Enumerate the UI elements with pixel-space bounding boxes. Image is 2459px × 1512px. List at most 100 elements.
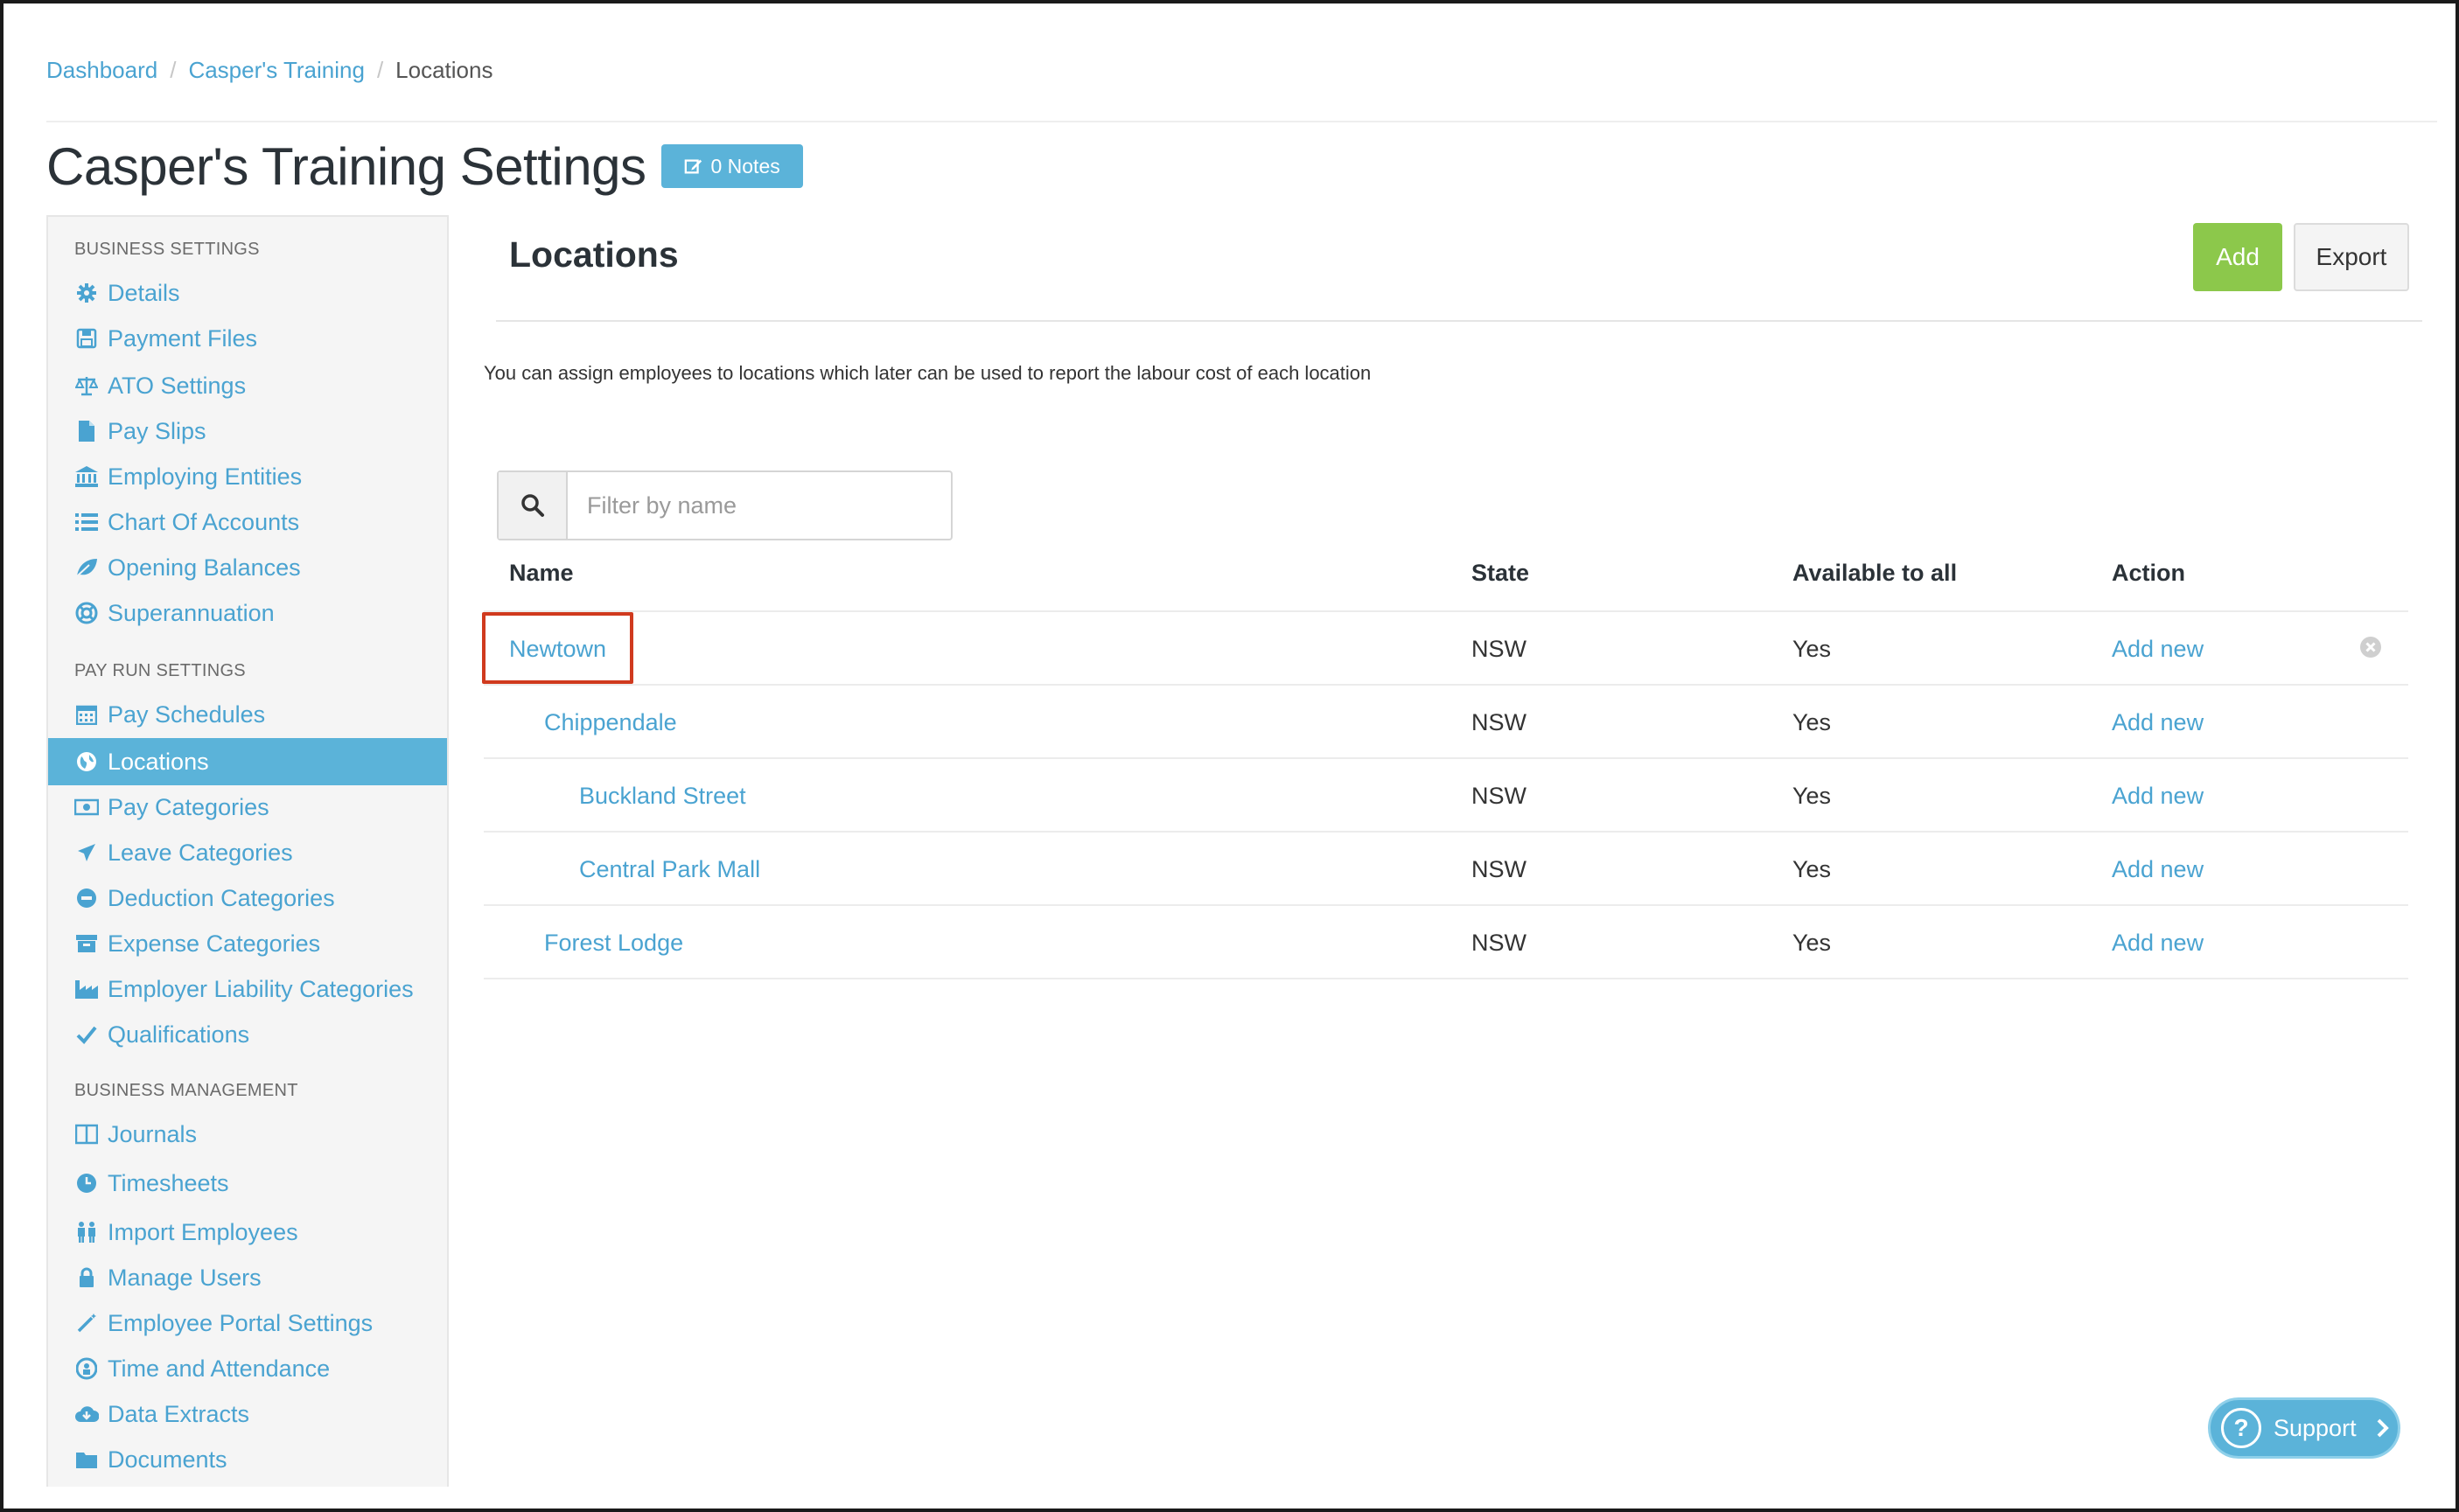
add-new-link[interactable]: Add new: [2112, 686, 2204, 759]
people-icon: [74, 1220, 99, 1244]
sidebar-item-expense-categories[interactable]: Expense Categories: [48, 920, 447, 967]
remove-circle-icon[interactable]: [2359, 636, 2382, 658]
sidebar-item-label: Data Extracts: [108, 1400, 250, 1427]
location-name-link[interactable]: Forest Lodge: [544, 906, 683, 979]
clock-icon: [74, 1171, 99, 1195]
sidebar-item-leave-categories[interactable]: Leave Categories: [48, 829, 447, 876]
plane-icon: [74, 840, 99, 865]
sidebar-item-label: Pay Slips: [108, 417, 206, 444]
export-button[interactable]: Export: [2294, 223, 2409, 291]
divider: [46, 121, 2437, 122]
table-row: Chippendale NSW Yes Add new: [484, 684, 2408, 757]
sidebar-item-data-extracts[interactable]: Data Extracts: [48, 1390, 447, 1438]
sidebar-item-details[interactable]: Details: [48, 269, 447, 317]
search-icon: [520, 494, 544, 517]
add-new-link[interactable]: Add new: [2112, 612, 2204, 686]
add-new-link[interactable]: Add new: [2112, 906, 2204, 979]
sidebar-item-pay-categories[interactable]: Pay Categories: [48, 784, 447, 831]
sidebar-item-label: Time and Attendance: [108, 1355, 331, 1382]
magic-wand-icon: [74, 1311, 99, 1335]
breadcrumb-dashboard[interactable]: Dashboard: [46, 57, 157, 84]
file-icon: [74, 419, 99, 443]
money-icon: [74, 795, 99, 819]
sidebar-item-label: Chart Of Accounts: [108, 508, 300, 535]
sidebar-item-label: Superannuation: [108, 599, 275, 626]
location-state: NSW: [1471, 782, 1526, 809]
sidebar-item-opening-balances[interactable]: Opening Balances: [48, 544, 447, 591]
add-new-link[interactable]: Add new: [2112, 833, 2204, 906]
sidebar-item-pay-slips[interactable]: Pay Slips: [48, 408, 447, 455]
sidebar-item-label: Expense Categories: [108, 930, 321, 957]
sidebar-item-chart-of-accounts[interactable]: Chart Of Accounts: [48, 498, 447, 546]
sidebar-item-pay-schedules[interactable]: Pay Schedules: [48, 691, 447, 738]
floppy-disk-icon: [74, 326, 99, 351]
table-row: Central Park Mall NSW Yes Add new: [484, 831, 2408, 904]
breadcrumb-current: Locations: [395, 56, 493, 83]
sidebar-item-label: Payment Files: [108, 324, 258, 352]
sidebar-item-journals[interactable]: Journals: [48, 1111, 447, 1158]
sidebar-item-employer-liability-categories[interactable]: Employer Liability Categories: [48, 965, 447, 1013]
sidebar-item-import-employees[interactable]: Import Employees: [48, 1209, 447, 1256]
sidebar-item-manage-users[interactable]: Manage Users: [48, 1254, 447, 1301]
filter-by-name-input[interactable]: [568, 472, 951, 539]
sidebar-item-deduction-categories[interactable]: Deduction Categories: [48, 874, 447, 922]
minus-circle-icon: [74, 886, 99, 910]
table-row: Buckland Street NSW Yes Add new: [484, 757, 2408, 831]
location-name-link[interactable]: Central Park Mall: [579, 833, 760, 906]
sidebar-item-employee-portal-settings[interactable]: Employee Portal Settings: [48, 1299, 447, 1347]
column-header-state: State: [1471, 560, 1530, 586]
chevron-right-icon: [2377, 1418, 2389, 1438]
lock-icon: [74, 1265, 99, 1290]
breadcrumb-business[interactable]: Casper's Training: [188, 57, 365, 84]
add-new-link[interactable]: Add new: [2112, 759, 2204, 833]
section-heading-business-settings: BUSINESS SETTINGS: [74, 240, 260, 259]
sidebar-item-label: Manage Users: [108, 1264, 262, 1291]
page-header: Casper's Training Settings 0 Notes: [46, 133, 803, 199]
settings-sidebar: BUSINESS SETTINGS Details Payment Files …: [46, 215, 449, 1487]
sidebar-item-label: Leave Categories: [108, 839, 293, 866]
sidebar-item-payment-files[interactable]: Payment Files: [48, 315, 447, 362]
sidebar-item-ato-settings[interactable]: ATO Settings: [48, 362, 447, 409]
location-name-link[interactable]: Buckland Street: [579, 759, 746, 833]
location-available: Yes: [1792, 855, 1832, 882]
sidebar-item-qualifications[interactable]: Qualifications: [48, 1011, 447, 1058]
globe-icon: [74, 749, 99, 774]
question-circle-icon: ?: [2221, 1408, 2261, 1448]
notes-button[interactable]: 0 Notes: [661, 144, 803, 188]
sidebar-item-label: Pay Schedules: [108, 700, 266, 728]
location-name-link[interactable]: Chippendale: [544, 686, 677, 759]
life-ring-icon: [74, 601, 99, 625]
location-state: NSW: [1471, 929, 1526, 956]
notes-label: 0 Notes: [710, 154, 780, 178]
sidebar-item-label: ATO Settings: [108, 372, 247, 399]
location-available: Yes: [1792, 929, 1832, 956]
search-addon: [499, 472, 568, 539]
sidebar-item-label: Journals: [108, 1120, 198, 1147]
sidebar-item-timesheets[interactable]: Timesheets: [48, 1160, 447, 1207]
sidebar-item-label: Deduction Categories: [108, 884, 335, 911]
sidebar-item-locations[interactable]: Locations: [48, 738, 447, 785]
location-state: NSW: [1471, 708, 1526, 735]
add-button[interactable]: Add: [2193, 223, 2282, 291]
sidebar-item-label: Employee Portal Settings: [108, 1309, 374, 1336]
description-text: You can assign employees to locations wh…: [484, 362, 1372, 384]
archive-icon: [74, 931, 99, 956]
sidebar-item-time-and-attendance[interactable]: Time and Attendance: [48, 1345, 447, 1392]
sidebar-item-label: Qualifications: [108, 1021, 250, 1048]
highlight-annotation: [482, 612, 633, 684]
balance-scale-icon: [74, 373, 99, 398]
table-row: Forest Lodge NSW Yes Add new: [484, 904, 2408, 978]
list-icon: [74, 510, 99, 534]
check-icon: [74, 1022, 99, 1047]
edit-icon: [685, 159, 702, 174]
section-heading-business-management: BUSINESS MANAGEMENT: [74, 1081, 298, 1100]
breadcrumb-separator: /: [170, 56, 177, 83]
divider: [484, 978, 2408, 979]
sidebar-item-label: Documents: [108, 1446, 227, 1473]
support-button[interactable]: ? Support: [2208, 1397, 2400, 1459]
sidebar-item-label: Locations: [108, 748, 209, 775]
sidebar-item-documents[interactable]: Documents: [48, 1436, 447, 1483]
sidebar-item-superannuation[interactable]: Superannuation: [48, 589, 447, 637]
sidebar-item-employing-entities[interactable]: Employing Entities: [48, 453, 447, 500]
column-header-name: Name: [509, 560, 574, 586]
